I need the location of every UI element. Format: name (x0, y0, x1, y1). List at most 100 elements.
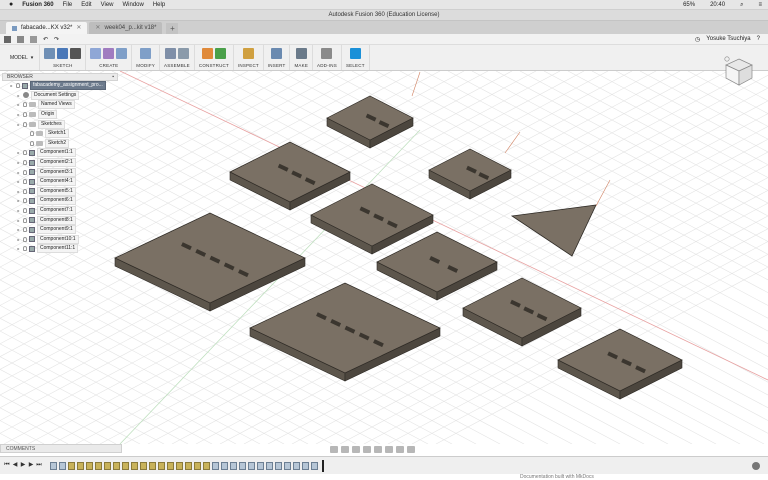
timeline-forward-button[interactable]: ▶ (28, 462, 34, 469)
ribbon-group-create[interactable]: CREATE (86, 45, 133, 70)
timeline-step[interactable] (68, 461, 75, 470)
timeline-end-button[interactable]: ⏭ (36, 462, 42, 469)
menu-view[interactable]: View (101, 0, 114, 10)
browser-item-component[interactable]: ▸ Component6:1 (2, 196, 118, 206)
ribbon-group-sketch[interactable]: SKETCH (40, 45, 87, 70)
browser-item-component[interactable]: ▸ Component8:1 (2, 215, 118, 225)
expand-icon[interactable]: ▸ (16, 246, 21, 251)
add-ins-tool-icon[interactable] (321, 48, 333, 59)
visibility-bulb-icon[interactable] (23, 208, 27, 214)
browser-item-component[interactable]: ▸ Component7:1 (2, 206, 118, 216)
timeline-step[interactable] (257, 461, 264, 470)
expand-icon[interactable]: ▸ (16, 227, 21, 232)
browser-item-sketch[interactable]: Sketch1 (2, 129, 118, 139)
display-settings-icon[interactable] (385, 445, 393, 453)
grid-menu-icon[interactable] (4, 35, 11, 43)
tab-document-2[interactable]: ✕ week04_p...kit v18* (89, 22, 163, 34)
visibility-bulb-icon[interactable] (23, 227, 27, 233)
timeline-step[interactable] (311, 461, 318, 470)
ribbon-group-insert[interactable]: INSERT (264, 45, 291, 70)
timeline-step[interactable] (239, 461, 246, 470)
timeline-step[interactable] (185, 461, 192, 470)
look-at-icon[interactable] (341, 445, 349, 453)
user-name[interactable]: Yosuke Tsuchiya (706, 36, 750, 42)
visibility-bulb-icon[interactable] (23, 217, 27, 223)
ribbon-group-make[interactable]: MAKE (290, 45, 314, 70)
zoom-icon[interactable] (363, 445, 371, 453)
expand-icon[interactable]: ▸ (16, 160, 21, 165)
ribbon-group-inspect[interactable]: INSPECT (234, 45, 264, 70)
browser-item-folder[interactable]: ▸ Sketches (2, 119, 118, 129)
browser-item-component[interactable]: ▸ Component9:1 (2, 225, 118, 235)
new-tab-button[interactable]: + (166, 23, 179, 34)
search-icon[interactable]: ⌕ (740, 0, 743, 10)
orbit-icon[interactable] (330, 445, 338, 453)
ribbon-group-select[interactable]: SELECT (342, 45, 370, 70)
menu-app-name[interactable]: Fusion 360 (22, 0, 53, 10)
timeline-step[interactable] (203, 461, 210, 470)
construct-tool-icon[interactable] (214, 48, 226, 59)
visibility-bulb-icon[interactable] (23, 198, 27, 204)
expand-icon[interactable]: ▸ (9, 83, 14, 88)
part-plate-1[interactable] (229, 141, 351, 211)
viewports-icon[interactable] (407, 445, 415, 453)
timeline-step[interactable] (194, 461, 201, 470)
ribbon-group-label[interactable]: SELECT (346, 63, 365, 68)
browser-item-sketch[interactable]: Sketch2 (2, 138, 118, 149)
undo-icon[interactable]: ↶ (43, 36, 48, 43)
visibility-bulb-icon[interactable] (23, 246, 27, 252)
timeline-step[interactable] (50, 461, 57, 470)
expand-icon[interactable]: ▸ (16, 122, 21, 127)
expand-icon[interactable]: ▸ (16, 208, 21, 213)
browser-item-component[interactable]: ▸ Component5:1 (2, 186, 118, 197)
timeline-step[interactable] (284, 461, 291, 470)
browser-item-gear[interactable]: ▸ Document Settings (2, 90, 118, 101)
visibility-bulb-icon[interactable] (30, 140, 34, 146)
part-triangle-top[interactable] (326, 95, 414, 149)
ribbon-group-label[interactable]: ASSEMBLE (164, 63, 190, 68)
view-cube[interactable] (722, 55, 756, 89)
expand-icon[interactable]: ▸ (16, 150, 21, 155)
ribbon-group-label[interactable]: ADD-INS (317, 63, 337, 68)
insert-tool-icon[interactable] (271, 48, 283, 59)
menu-window[interactable]: Window (123, 0, 144, 10)
visibility-bulb-icon[interactable] (23, 169, 27, 175)
clock-history-icon[interactable]: ◷ (695, 36, 700, 43)
inspect-tool-icon[interactable] (242, 48, 254, 59)
timeline-step[interactable] (131, 461, 138, 470)
visibility-bulb-icon[interactable] (23, 188, 27, 194)
timeline-step[interactable] (149, 461, 156, 470)
browser-item-component[interactable]: ▸ Component4:1 (2, 177, 118, 187)
collapse-icon[interactable]: ▪ (112, 74, 114, 80)
browser-item-component[interactable]: ▸ Component2:1 (2, 158, 118, 168)
part-plate-large-left[interactable] (114, 212, 306, 312)
timeline-step[interactable] (248, 461, 255, 470)
browser-item-component[interactable]: ▸ Component11:1 (2, 244, 118, 254)
visibility-bulb-icon[interactable] (23, 236, 27, 242)
browser-item-component[interactable]: ▸ Component1:1 (2, 148, 118, 158)
expand-icon[interactable]: ▸ (16, 189, 21, 194)
close-icon[interactable]: ✕ (95, 22, 100, 34)
browser-item-component[interactable]: ▸ Component10:1 (2, 234, 118, 245)
timeline-step[interactable] (95, 461, 102, 470)
timeline-step[interactable] (266, 461, 273, 470)
ribbon-group-label[interactable]: CREATE (99, 63, 118, 68)
expand-icon[interactable]: ▸ (16, 112, 21, 117)
timeline-step[interactable] (86, 461, 93, 470)
browser-item-component[interactable]: ▸ Component3:1 (2, 167, 118, 177)
make-tool-icon[interactable] (295, 48, 307, 59)
sketch-tool-icon[interactable] (57, 48, 69, 59)
timeline-step[interactable] (221, 461, 228, 470)
comments-panel[interactable]: COMMENTS (0, 444, 122, 453)
assemble-tool-icon[interactable] (164, 48, 176, 59)
timeline-step[interactable] (77, 461, 84, 470)
ribbon-group-label[interactable]: MODIFY (136, 63, 155, 68)
expand-icon[interactable]: ▸ (16, 170, 21, 175)
ribbon-group-label[interactable]: SKETCH (53, 63, 72, 68)
menu-file[interactable]: File (63, 0, 73, 10)
ribbon-group-label[interactable]: INSERT (268, 63, 286, 68)
timeline-step[interactable] (59, 461, 66, 470)
timeline-step[interactable] (167, 461, 174, 470)
grid-settings-icon[interactable] (396, 445, 404, 453)
expand-icon[interactable]: ▸ (16, 237, 21, 242)
